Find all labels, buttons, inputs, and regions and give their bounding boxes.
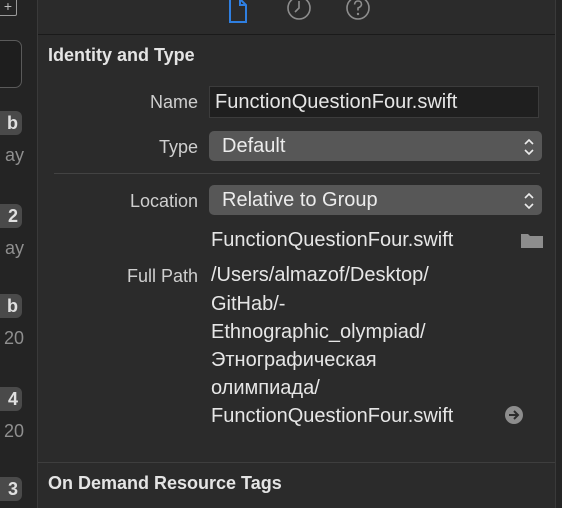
type-popup-value: Default [222,135,286,157]
folder-icon[interactable] [520,231,544,254]
up-down-chevron-icon [523,136,535,166]
full-path-line: Этнографическая [211,349,377,371]
name-label: Name [149,92,198,112]
location-popup-value: Relative to Group [222,189,378,211]
navigator-text: ay [4,145,24,165]
navigator-strip: + b ay 2 ay b 20 4 20 3 [0,0,38,508]
navigator-badge: b [0,294,22,318]
full-path-label: Full Path [126,266,198,286]
inspector-right-gutter [555,0,562,508]
file-inspector-tab-icon[interactable] [226,0,250,29]
location-popup[interactable]: Relative to Group [209,185,542,215]
name-field[interactable]: FunctionQuestionFour.swift [209,86,539,118]
history-inspector-tab-icon[interactable] [286,0,312,29]
location-label: Location [129,191,198,211]
inspector-panel: Identity and Type Name FunctionQuestionF… [38,0,562,508]
navigator-text: 20 [3,328,24,348]
type-popup[interactable]: Default [209,131,542,161]
navigator-badge: b [0,111,22,135]
navigator-text: 20 [3,421,24,441]
full-path-line: /Users/almazof/Desktop/ [211,264,429,286]
navigator-text: ay [4,238,24,258]
add-button[interactable]: + [0,0,17,16]
full-path-line: олимпиада/ [211,377,320,399]
navigator-badge: 3 [0,477,22,501]
full-path-line: Ethnographic_olympiad/ [211,321,426,343]
type-label: Type [158,137,198,157]
reveal-in-finder-arrow-icon[interactable] [504,405,524,430]
file-name-value: FunctionQuestionFour.swift [211,229,454,251]
xcode-inspector-window: + b ay 2 ay b 20 4 20 3 Identity and Typ… [0,0,562,508]
filter-field[interactable] [0,40,22,88]
inspector-tab-bar [38,0,556,35]
quick-help-tab-icon[interactable] [345,0,371,29]
on-demand-section-title: On Demand Resource Tags [48,473,282,493]
identity-section-title: Identity and Type [48,45,195,65]
separator [54,173,540,174]
navigator-badge: 2 [0,204,22,228]
full-path-line: GitHab/- [211,293,286,315]
navigator-badge: 4 [0,387,22,411]
full-path-line: FunctionQuestionFour.swift [211,405,454,427]
section-separator [38,462,556,463]
up-down-chevron-icon [523,190,535,220]
